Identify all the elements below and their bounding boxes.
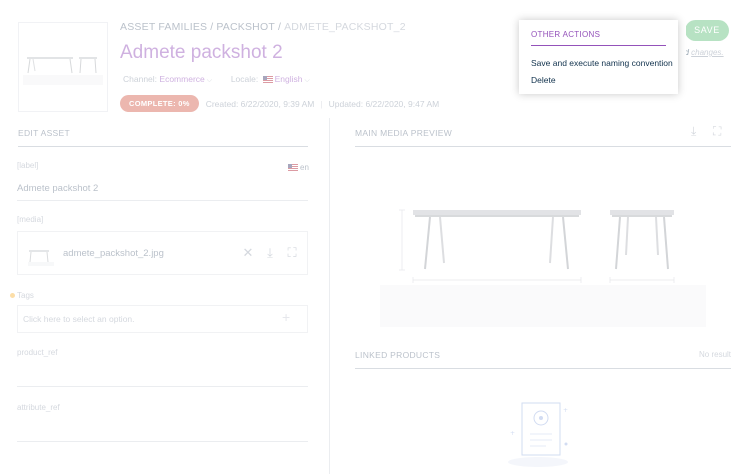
svg-text:+: +: [563, 407, 568, 414]
other-actions-title: OTHER ACTIONS: [531, 30, 666, 46]
menu-item-save-and-execute-naming-convention[interactable]: Save and execute naming convention: [531, 58, 673, 68]
svg-text:+: +: [510, 430, 515, 437]
section-divider: [355, 146, 731, 147]
asset-thumbnail[interactable]: [18, 22, 108, 112]
required-indicator-dot: [10, 293, 15, 298]
fullscreen-icon[interactable]: ⛶: [713, 124, 721, 139]
context-switchers: Channel: Ecommerce ⌵ Locale: English ⌵: [123, 74, 310, 85]
channel-value: Ecommerce: [159, 74, 205, 84]
linked-products-no-result: No result: [699, 350, 732, 359]
attribute-ref-field-input[interactable]: [17, 441, 308, 442]
unsaved-changes-suffix: changes.: [691, 48, 724, 57]
download-icon[interactable]: ⤓: [691, 124, 696, 139]
label-field-input[interactable]: Admete packshot 2: [17, 183, 98, 194]
locale-label: Locale:: [230, 74, 259, 84]
label-field-locale-code: en: [300, 163, 309, 172]
save-button[interactable]: SAVE: [685, 20, 729, 41]
us-flag-icon: [262, 76, 273, 83]
channel-switcher[interactable]: Channel: Ecommerce ⌵: [123, 74, 212, 84]
field-underline: [17, 200, 308, 201]
edit-asset-section-title: EDIT ASSET: [18, 128, 70, 138]
add-tag-icon[interactable]: +: [282, 309, 290, 325]
locale-value: English: [274, 74, 303, 84]
product-ref-field-input[interactable]: [17, 386, 308, 387]
main-media-preview-title: MAIN MEDIA PREVIEW: [355, 128, 453, 138]
us-flag-icon: [288, 164, 298, 171]
empty-products-illustration-icon: + +: [508, 402, 568, 467]
updated-date: Updated: 6/22/2020, 9:47 AM: [328, 98, 440, 109]
label-field-locale: en: [286, 163, 309, 172]
tags-field-label: Tags: [17, 291, 34, 300]
breadcrumb-separator: /: [210, 21, 214, 33]
breadcrumb-current-asset: ADMETE_PACKSHOT_2: [284, 21, 406, 33]
section-divider: [355, 368, 731, 369]
menu-item-delete[interactable]: Delete: [531, 75, 666, 85]
attribute-ref-field-label: attribute_ref: [17, 403, 60, 412]
other-actions-dropdown: OTHER ACTIONS Save and execute naming co…: [519, 20, 678, 94]
channel-label: Channel:: [123, 74, 158, 84]
table-packshot-thumbnail: [23, 57, 103, 85]
product-ref-field-label: product_ref: [17, 348, 58, 357]
meta-divider: |: [320, 98, 323, 109]
label-field-label: [label]: [17, 161, 39, 170]
main-media-image[interactable]: [380, 177, 706, 327]
fullscreen-icon[interactable]: ⛶: [285, 246, 299, 260]
breadcrumb-asset-family[interactable]: PACKSHOT: [216, 21, 275, 33]
media-filename: admete_packshot_2.jpg: [63, 248, 164, 259]
asset-status-row: COMPLETE: 0% Created: 6/22/2020, 9:39 AM…: [120, 95, 439, 112]
tags-select-input[interactable]: Click here to select an option.: [17, 305, 308, 333]
chevron-down-icon: ⌵: [206, 77, 213, 84]
breadcrumb-asset-families[interactable]: ASSET FAMILIES: [120, 21, 207, 33]
media-file-thumbnail: [28, 250, 54, 266]
column-divider: [329, 118, 330, 474]
created-date: Created: 6/22/2020, 9:39 AM: [205, 98, 315, 109]
breadcrumb-separator: /: [277, 21, 282, 33]
media-field-label: [media]: [17, 215, 44, 224]
download-icon[interactable]: ⤓: [263, 246, 277, 260]
chevron-down-icon: ⌵: [304, 77, 310, 84]
completeness-badge: COMPLETE: 0%: [120, 95, 199, 112]
media-field[interactable]: admete_packshot_2.jpg ✕ ⤓ ⛶: [17, 231, 308, 275]
remove-media-icon[interactable]: ✕: [241, 246, 255, 260]
section-divider: [18, 146, 308, 147]
breadcrumb: ASSET FAMILIES / PACKSHOT / ADMETE_PACKSHOT_…: [120, 21, 406, 33]
locale-switcher[interactable]: Locale: English ⌵: [231, 74, 310, 84]
linked-products-title: LINKED PRODUCTS: [355, 350, 441, 360]
page-title: Admete packshot 2: [120, 42, 283, 63]
